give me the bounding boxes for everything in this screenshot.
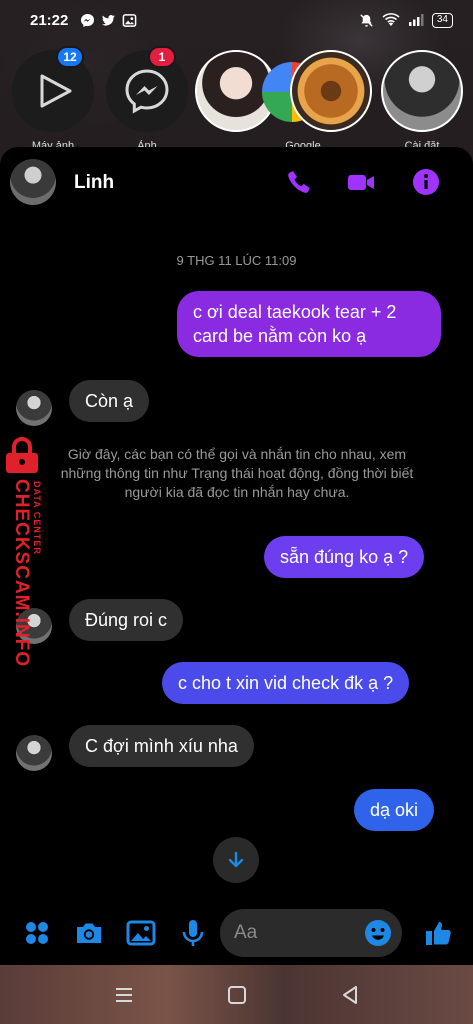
arrow-down-icon	[228, 851, 244, 868]
mute-icon	[360, 13, 373, 27]
thumbs-up-icon[interactable]	[422, 917, 454, 949]
outgoing-message[interactable]: dạ oki	[354, 789, 435, 831]
conversation-sheet: Linh 9 THG 11 LÚC 11:09 c ơi deal taekoo…	[0, 147, 473, 965]
message-input-pill	[220, 909, 402, 957]
wifi-icon	[382, 12, 400, 26]
chat-heads-row: 12 Máy ảnh 1 Ảnh Google Cài đặt	[0, 46, 473, 148]
messenger-icon	[125, 69, 169, 114]
lock-logo-icon	[6, 437, 38, 473]
gallery-notif-icon	[123, 13, 137, 27]
contact-small-avatar[interactable]	[16, 390, 52, 426]
camera-icon[interactable]	[73, 917, 105, 949]
outgoing-message[interactable]: c cho t xin vid check đk ạ ?	[162, 662, 410, 704]
incoming-message[interactable]: Còn ạ	[69, 380, 150, 422]
emoji-icon[interactable]	[364, 919, 392, 947]
chat-head-badge: 12	[56, 46, 84, 68]
conversation-header: Linh	[0, 147, 473, 217]
chat-head-badge: 1	[148, 46, 176, 68]
message-input[interactable]	[234, 917, 354, 949]
incoming-message[interactable]: C đợi mình xíu nha	[69, 725, 254, 767]
phone-call-icon[interactable]	[284, 167, 314, 197]
status-time: 21:22	[30, 11, 69, 29]
scroll-to-bottom-button[interactable]	[213, 837, 259, 883]
video-call-icon[interactable]	[346, 167, 376, 197]
home-icon[interactable]	[225, 983, 249, 1007]
messenger-notif-icon	[81, 13, 95, 27]
watermark: CHECKSCAM.INFO DATA CENTER	[0, 435, 56, 670]
watermark-subtext: DATA CENTER	[32, 481, 42, 555]
chat-head-video[interactable]: 12	[12, 46, 94, 132]
more-apps-icon[interactable]	[21, 917, 53, 949]
watermark-text: CHECKSCAM.INFO	[11, 479, 32, 668]
e2e-notice: Giờ đây, các bạn có thể gọi và nhắn tin …	[60, 446, 414, 500]
system-navbar	[0, 975, 473, 1015]
contact-avatar[interactable]	[10, 159, 56, 205]
chat-head-messenger[interactable]: 1	[106, 46, 188, 132]
outgoing-message[interactable]: c ơi deal taekook tear + 2 card be nằm c…	[177, 291, 441, 357]
microphone-icon[interactable]	[177, 917, 209, 949]
outgoing-message[interactable]: sẵn đúng ko ạ ?	[264, 536, 425, 578]
gallery-icon[interactable]	[125, 917, 157, 949]
composer-bar	[0, 907, 473, 965]
recent-apps-icon[interactable]	[112, 983, 136, 1007]
contact-small-avatar[interactable]	[16, 735, 52, 771]
message-timestamp: 9 THG 11 LÚC 11:09	[176, 253, 297, 268]
twitter-notif-icon	[102, 14, 116, 26]
status-bar: 21:22 34	[0, 0, 473, 40]
battery-indicator: 34	[431, 12, 453, 28]
contact-name[interactable]: Linh	[74, 172, 114, 194]
incoming-message[interactable]: Đúng roi c	[69, 599, 184, 641]
chat-head-dog-avatar[interactable]	[290, 50, 372, 132]
chat-head-boy-avatar[interactable]	[381, 50, 463, 132]
info-icon[interactable]	[411, 167, 441, 197]
signal-icon	[408, 14, 424, 26]
back-icon[interactable]	[338, 983, 362, 1007]
